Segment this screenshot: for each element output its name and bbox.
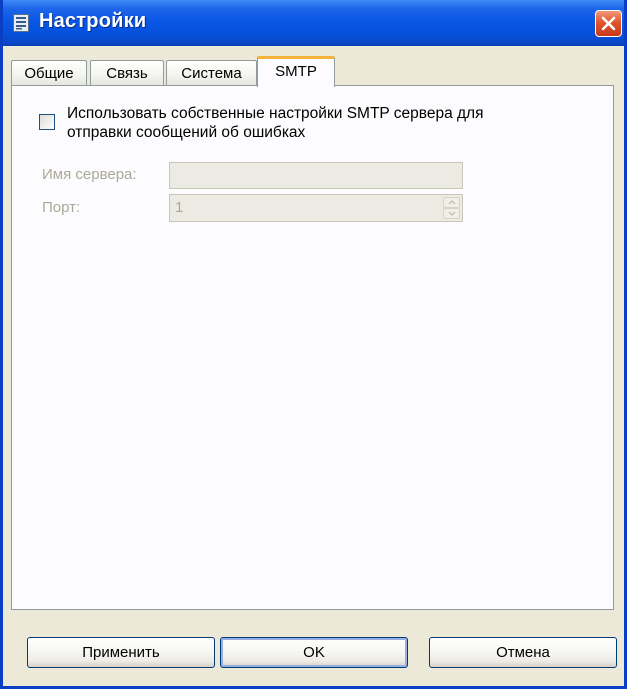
settings-window-icon (13, 14, 29, 32)
use-custom-smtp-checkbox[interactable] (39, 114, 55, 130)
close-icon (601, 16, 616, 31)
server-name-input[interactable] (169, 162, 463, 189)
port-label: Порт: (42, 199, 81, 216)
port-value: 1 (175, 199, 184, 216)
window-title: Настройки (39, 10, 147, 32)
ok-button[interactable]: OK (220, 637, 408, 668)
apply-button[interactable]: Применить (27, 637, 215, 668)
smtp-tab-panel: Использовать собственные настройки SMTP … (11, 85, 614, 610)
port-increment-button[interactable] (443, 197, 460, 208)
tab-smtp[interactable]: SMTP (257, 56, 335, 87)
port-spinner (443, 197, 460, 219)
chevron-up-icon (448, 200, 456, 205)
title-bar[interactable]: Настройки (3, 0, 624, 46)
close-button[interactable] (595, 10, 622, 37)
use-custom-smtp-label[interactable]: Использовать собственные настройки SMTP … (67, 104, 487, 142)
port-stepper[interactable]: 1 (169, 194, 463, 222)
tab-system[interactable]: Система (166, 60, 257, 86)
server-name-label: Имя сервера: (42, 166, 137, 183)
settings-window: Настройки Общие Связь Система SMTP Испол… (0, 0, 627, 689)
port-decrement-button[interactable] (443, 208, 460, 219)
chevron-down-icon (448, 211, 456, 216)
tab-connection[interactable]: Связь (90, 60, 164, 86)
tab-general[interactable]: Общие (11, 60, 87, 86)
cancel-button[interactable]: Отмена (429, 637, 617, 668)
tab-strip: Общие Связь Система SMTP (9, 56, 609, 87)
